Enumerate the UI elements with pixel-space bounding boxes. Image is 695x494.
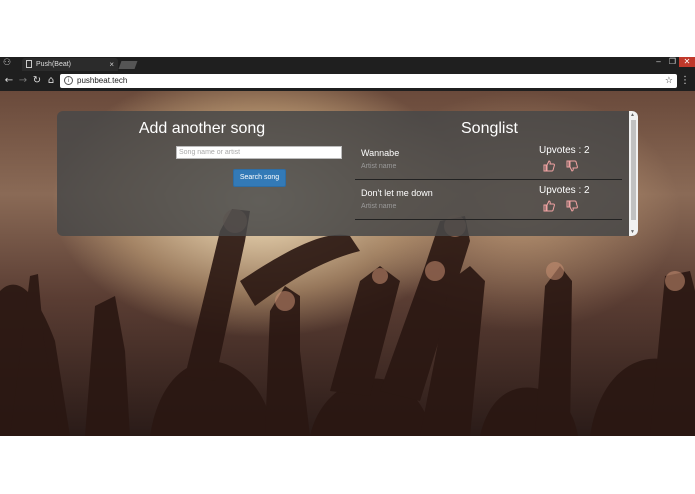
thumbs-down-icon[interactable] [566, 160, 578, 172]
incognito-icon: ⚇ [3, 58, 12, 68]
home-button[interactable]: ⌂ [45, 74, 57, 87]
url-text[interactable]: pushbeat.tech [77, 74, 127, 88]
thumbs-up-icon[interactable] [543, 200, 555, 212]
thumbs-up-icon[interactable] [543, 160, 555, 172]
song-name: Don't let me down [361, 188, 433, 198]
tab-strip: ⚇ Push(Beat) × – ❐ ✕ [0, 57, 695, 71]
upvote-count: Upvotes : 2 [539, 145, 590, 156]
browser-toolbar: ← → ↻ ⌂ i pushbeat.tech ☆ ⋮ [0, 71, 695, 91]
song-search-input[interactable] [176, 146, 342, 159]
song-artist: Artist name [361, 203, 397, 210]
minimize-button[interactable]: – [652, 57, 665, 67]
songlist-scrollbar[interactable]: ▲ ▼ [629, 111, 638, 236]
add-song-title: Add another song [138, 120, 266, 137]
close-window-button[interactable]: ✕ [679, 57, 695, 67]
maximize-button[interactable]: ❐ [666, 57, 679, 67]
song-item: Wannabe Artist name Upvotes : 2 [355, 142, 622, 180]
address-bar[interactable]: i pushbeat.tech ☆ [60, 74, 677, 88]
new-tab-button[interactable] [118, 61, 138, 69]
back-button[interactable]: ← [3, 74, 15, 87]
thumbs-down-icon[interactable] [566, 200, 578, 212]
page-viewport: Add another song Search song Songlist Wa… [0, 91, 695, 436]
songlist-title: Songlist [461, 120, 518, 137]
scroll-down-icon[interactable]: ▼ [630, 229, 635, 235]
song-item: Don't let me down Artist name Upvotes : … [355, 182, 622, 220]
scrollbar-thumb[interactable] [631, 120, 636, 220]
song-artist: Artist name [361, 163, 397, 170]
song-name: Wannabe [361, 148, 400, 158]
bottom-margin [0, 436, 695, 494]
document-icon [26, 60, 32, 68]
browser-menu-icon[interactable]: ⋮ [680, 74, 690, 87]
upvote-count: Upvotes : 2 [539, 185, 590, 196]
main-panel: Add another song Search song Songlist Wa… [57, 111, 638, 236]
browser-tab[interactable]: Push(Beat) × [22, 58, 118, 71]
tab-title: Push(Beat) [36, 61, 72, 68]
reload-button[interactable]: ↻ [31, 74, 43, 87]
info-icon[interactable]: i [64, 76, 73, 85]
bookmark-star-icon[interactable]: ☆ [665, 74, 673, 88]
tab-close-icon[interactable]: × [109, 58, 114, 71]
search-song-button[interactable]: Search song [233, 169, 286, 187]
top-margin [0, 0, 695, 57]
scroll-up-icon[interactable]: ▲ [630, 112, 635, 118]
forward-button[interactable]: → [17, 74, 29, 87]
